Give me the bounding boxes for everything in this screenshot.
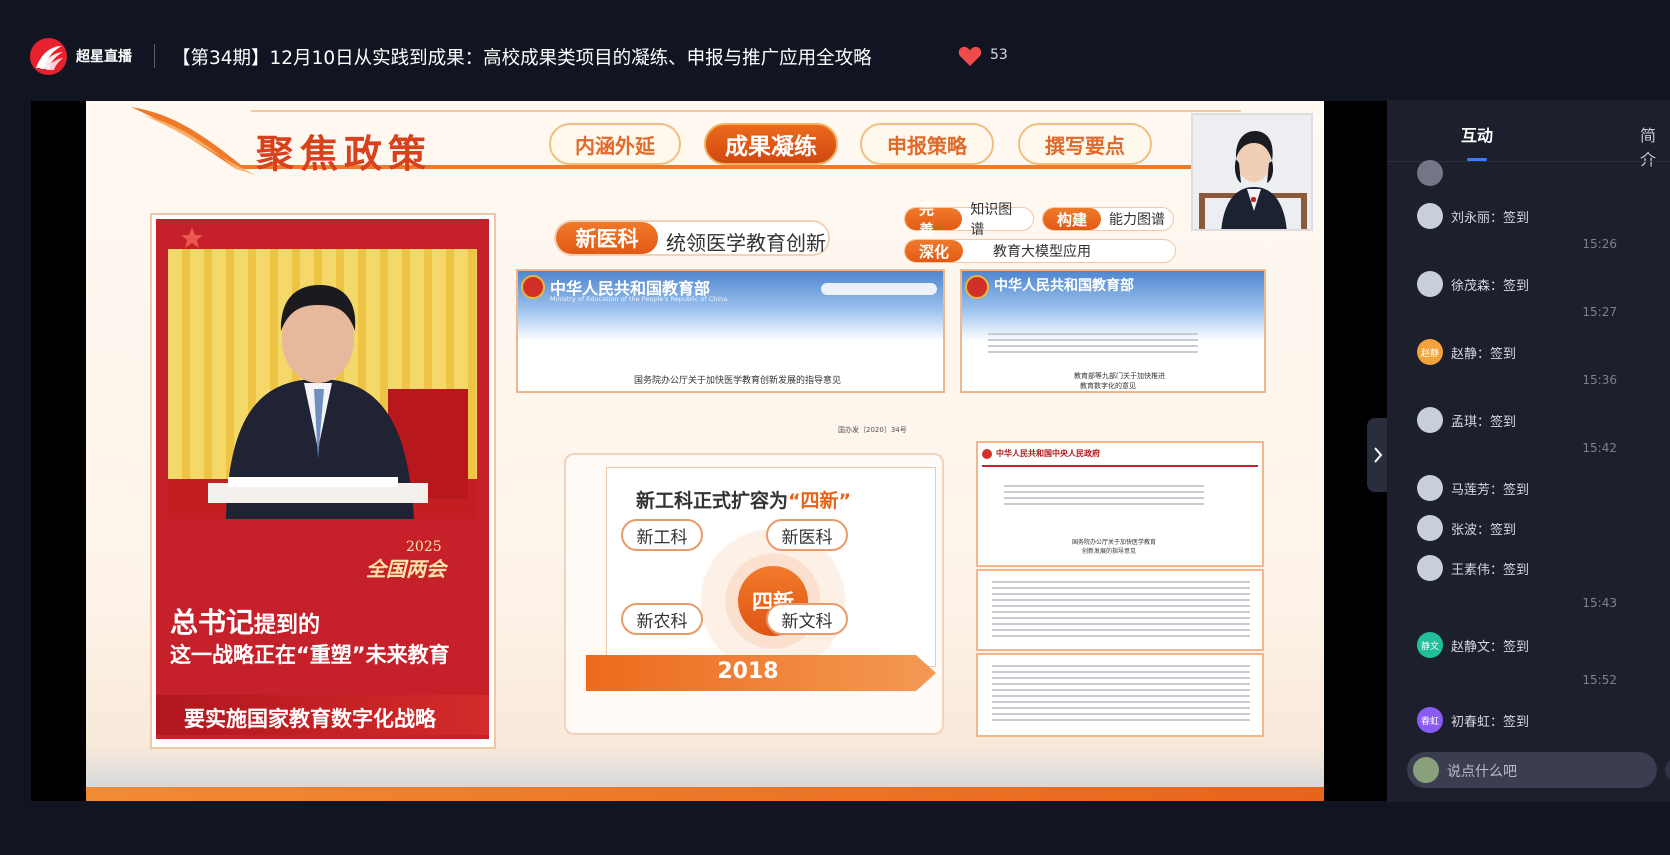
chat-message-text: 王素伟：签到 [1451,562,1530,578]
presenter-camera [1191,113,1313,231]
my-avatar [1413,757,1439,783]
mini-tag-model: 深化 教育大模型应用 [904,239,1176,263]
chat-message-text: 马莲芳：签到 [1451,482,1530,498]
chat-item: 张波：签到 [1417,515,1516,541]
chat-timestamp: 15:36 [1582,373,1617,387]
brand-name: 超星直播 [76,49,132,65]
live-title: 【第34期】12月10日从实践到成果：高校成果类项目的凝练、申报与推广应用全攻略 [172,48,872,69]
gov-document-page-2 [976,569,1264,651]
chat-input[interactable]: 说点什么吧 [1407,752,1657,788]
poster-caption: 要实施国家教育数字化战略 [184,707,436,731]
nav-pill-writing: 撰写要点 [1018,123,1152,165]
send-button[interactable] [1665,758,1670,782]
header-divider [154,44,155,68]
gov-document-page-3 [976,653,1264,737]
year-label: 2018 [717,659,779,684]
gov-document: 中华人民共和国中央人民政府 国务院办公厅关于加快医学教育 创新发展的指导意见 [976,441,1264,567]
moe-document-2: 中华人民共和国教育部 教育部等九部门关于加快推进 教育数字化的意见 [960,269,1266,393]
chat-item: 徐茂森：签到 [1417,271,1529,297]
chat-timestamp: 15:52 [1582,673,1617,687]
moe-document-1: 中华人民共和国教育部 Ministry of Education of the … [516,269,945,393]
mini-tag-knowledge: 完善 知识图谱 [904,200,1034,239]
national-emblem-icon [521,275,545,299]
chat-message-text: 孟琪：签到 [1451,414,1517,430]
chat-item-partial [1417,160,1443,186]
chat-message-text: 刘永丽：签到 [1451,210,1530,226]
avatar [1417,555,1443,581]
chat-input-placeholder: 说点什么吧 [1447,764,1517,780]
chaoxing-logo-icon[interactable] [30,38,67,75]
four-new-heading: 新工科正式扩容为“四新” [636,490,851,512]
chat-message-text: 张波：签到 [1451,522,1517,538]
poster-line1: 总书记提到的 [170,606,321,639]
avatar [1417,271,1443,297]
doc-search-icon [821,283,937,295]
chevron-right-icon [1374,447,1383,463]
slide-heading: 聚焦政策 [256,131,433,176]
new-medicine-tag: 新医科 [556,222,658,254]
avatar [1417,160,1443,186]
poster-event: 全国两会 [366,557,446,581]
chat-item: 静文 赵静文：签到 [1417,632,1529,658]
chat-timestamp: 15:42 [1582,441,1617,455]
doc1-ref: 国办发〔2020〕34号 [838,426,907,434]
national-emblem-icon [965,275,989,299]
like-count: 53 [990,47,1008,63]
chat-item: 王素伟：签到 [1417,555,1529,581]
collapse-sidebar-button[interactable] [1367,418,1389,492]
new-medicine-text: 统领医学教育创新 [666,231,826,255]
avatar [1417,515,1443,541]
chat-item: 孟琪：签到 [1417,407,1516,433]
node-new-medicine: 新医科 [766,519,848,551]
avatar [1417,203,1443,229]
chat-message-text: 初春虹：签到 [1451,714,1530,730]
chat-message-text: 赵静：签到 [1451,346,1517,362]
policy-poster: 2025 全国两会 总书记提到的 这一战略正在“重塑”未来教育 要实施国家教育数… [156,219,489,739]
node-new-engineering: 新工科 [621,519,703,551]
chat-item: 马莲芳：签到 [1417,475,1529,501]
chat-timestamp: 15:26 [1582,237,1617,251]
avatar: 静文 [1417,632,1443,658]
chat-timestamp: 15:43 [1582,596,1617,610]
avatar [1417,475,1443,501]
leader-photo [168,249,477,519]
nav-pill-results: 成果凝练 [704,123,838,165]
chat-message-text: 赵静文：签到 [1451,639,1530,655]
chat-item: 赵静 赵静：签到 [1417,339,1516,365]
avatar: 赵静 [1417,339,1443,365]
avatar [1417,407,1443,433]
node-new-liberal-arts: 新文科 [766,603,848,635]
top-header: 超星直播 【第34期】12月10日从实践到成果：高校成果类项目的凝练、申报与推广… [0,0,1670,100]
chat-timestamp: 15:27 [1582,305,1617,319]
nav-pill-scope: 内涵外延 [549,123,681,165]
poster-line2: 这一战略正在“重塑”未来教育 [170,643,450,667]
heart-icon[interactable] [958,45,982,67]
chat-message-text: 徐茂森：签到 [1451,278,1530,294]
nav-pill-strategy: 申报策略 [860,123,994,165]
video-player[interactable]: 聚焦政策 内涵外延 成果凝练 申报策略 撰写要点 2025 全国两会 总书记提到… [31,101,1387,801]
interaction-sidebar: 互动 简介 刘永丽：签到 15:26 徐茂森：签到 15:27 赵静 赵静：签到 15:36… [1387,100,1670,802]
tab-interaction[interactable]: 互动 [1461,122,1493,146]
presentation-slide: 聚焦政策 内涵外延 成果凝练 申报策略 撰写要点 2025 全国两会 总书记提到… [86,101,1324,801]
mini-tag-ability: 构建 能力图谱 [1042,207,1174,231]
gov-emblem-icon [982,449,992,459]
tab-intro[interactable]: 简介 [1640,122,1670,170]
avatar: 春虹 [1417,707,1443,733]
chat-item: 刘永丽：签到 [1417,203,1529,229]
node-new-agriculture: 新农科 [621,603,703,635]
chat-item: 春虹 初春虹：签到 [1417,707,1529,733]
